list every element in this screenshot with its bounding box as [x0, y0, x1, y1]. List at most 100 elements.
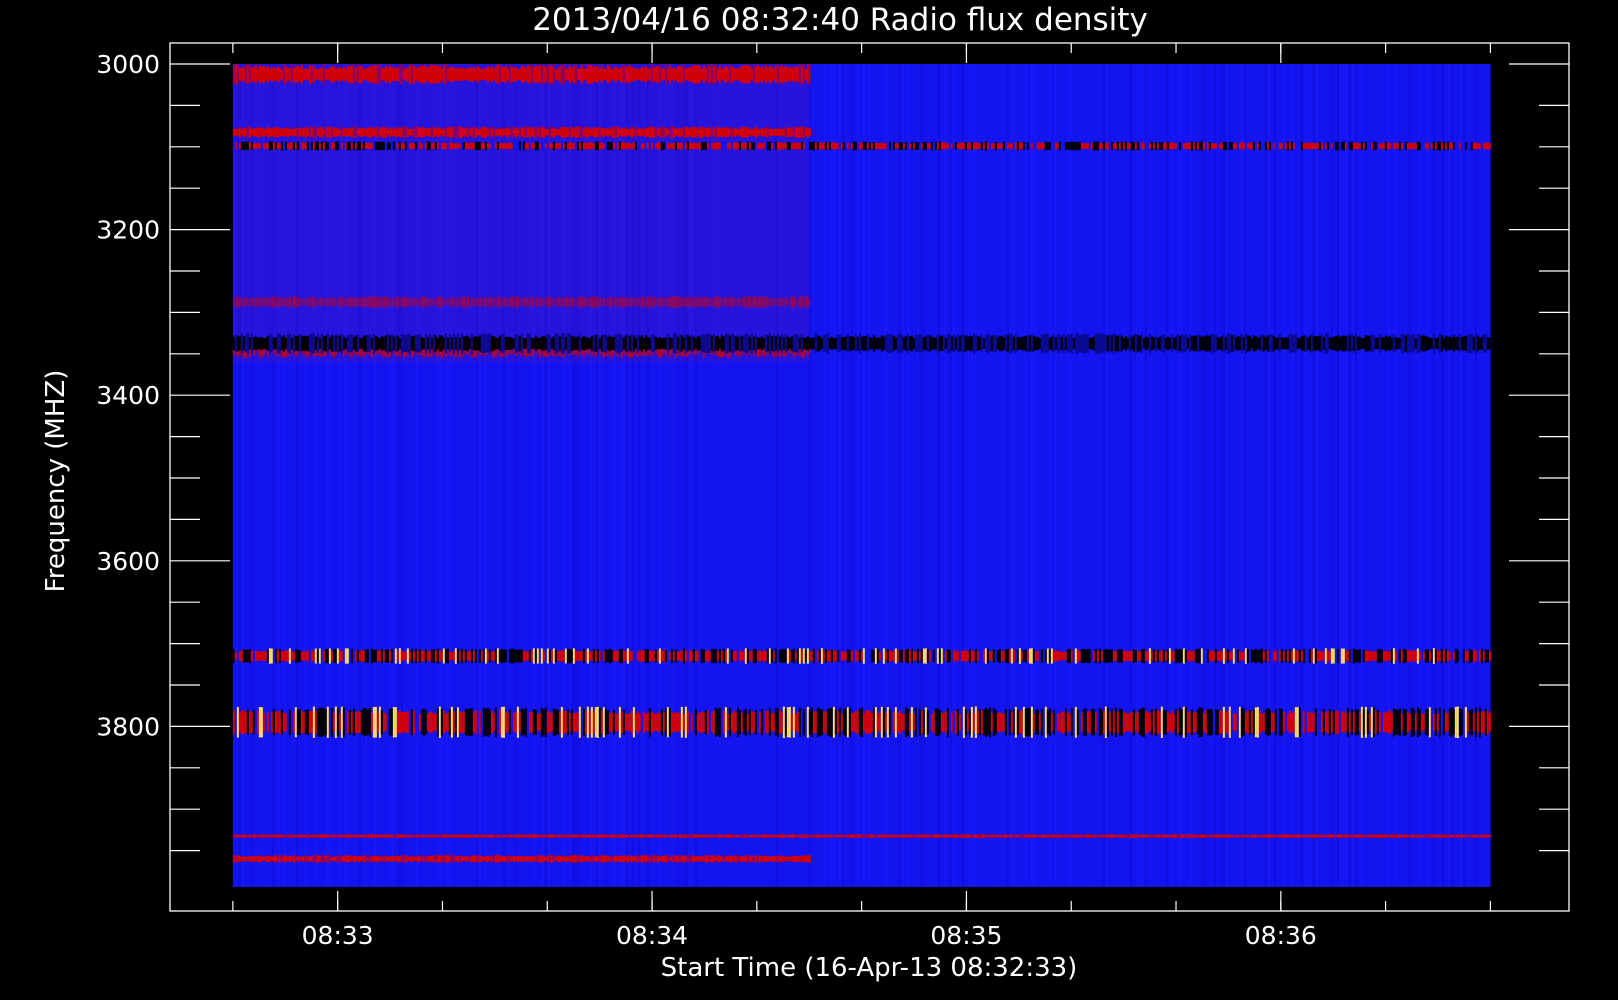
band-cell: [1282, 651, 1285, 661]
band-cell: [1340, 142, 1343, 150]
band-cell: [476, 706, 479, 739]
band-cell: [1308, 712, 1311, 732]
band-cell: [1354, 709, 1357, 736]
band-cell: [530, 143, 533, 149]
band-cell: [1116, 834, 1119, 838]
band-cell: [298, 834, 301, 838]
band-cell: [1110, 141, 1113, 151]
band-cell: [1030, 706, 1033, 738]
band-cell: [480, 856, 483, 862]
band-cell: [324, 335, 327, 352]
heatmap-column: [841, 64, 844, 887]
band-cell: [550, 651, 553, 661]
band-cell: [270, 856, 273, 862]
band-cell: [260, 297, 263, 307]
band-cell: [486, 855, 489, 863]
band-cell: [422, 834, 425, 838]
band-cell: [1300, 336, 1303, 351]
band-cell: [308, 856, 311, 862]
band-cell: [1036, 651, 1039, 661]
band-cell: [846, 649, 849, 663]
band-cell: [1308, 335, 1311, 352]
band-cell: [442, 298, 445, 306]
band-cell: [1362, 709, 1365, 736]
band-cell: [838, 334, 841, 353]
band-cell: [684, 297, 687, 307]
band-cell: [888, 650, 891, 662]
band-cell: [520, 855, 523, 862]
band-cell: [1270, 141, 1273, 151]
band-cell: [332, 142, 335, 150]
band-cell: [614, 651, 617, 662]
band-cell: [494, 855, 497, 863]
band-cell: [1098, 333, 1101, 354]
band-cell: [976, 834, 979, 838]
band-cell: [804, 296, 807, 308]
band-cell: [316, 834, 319, 838]
band-cell: [264, 67, 267, 82]
band-cell: [1312, 712, 1315, 732]
band-cell: [270, 141, 273, 151]
band-cell: [1128, 334, 1131, 353]
band-cell: [742, 710, 745, 735]
band-cell: [520, 708, 523, 736]
band-cell: [1038, 713, 1041, 731]
band-cell: [632, 856, 635, 862]
band-cell: [316, 141, 319, 151]
band-cell: [734, 127, 737, 137]
band-cell: [1144, 710, 1147, 734]
band-cell: [1446, 713, 1449, 732]
band-cell: [520, 65, 523, 83]
band-cell: [404, 651, 407, 661]
band-cell: [280, 709, 283, 735]
band-cell: [486, 298, 489, 306]
band-cell: [1030, 143, 1033, 149]
band-cell: [782, 834, 785, 838]
band-cell: [658, 64, 661, 85]
band-cell: [394, 127, 397, 138]
band-cell: [722, 648, 725, 664]
band-cell: [936, 834, 939, 838]
band-cell: [266, 126, 269, 138]
band-cell: [636, 711, 639, 734]
band-cell: [1342, 711, 1345, 733]
band-cell: [366, 709, 369, 735]
band-cell: [284, 337, 287, 350]
band-cell: [644, 649, 647, 663]
band-cell: [1460, 709, 1463, 736]
band-cell: [282, 856, 285, 862]
band-cell: [1462, 336, 1465, 351]
band-cell: [384, 141, 387, 151]
band-cell: [1056, 713, 1059, 732]
band-cell: [758, 143, 761, 149]
band-cell: [948, 834, 951, 838]
band-cell: [562, 856, 565, 862]
band-cell: [1306, 711, 1309, 733]
band-cell: [1460, 141, 1463, 151]
band-cell: [1240, 333, 1243, 354]
heatmap-column: [1447, 64, 1450, 887]
band-cell: [298, 67, 301, 82]
band-cell: [318, 297, 321, 307]
band-cell: [296, 335, 299, 352]
band-cell: [1398, 708, 1401, 736]
band-cell: [806, 64, 809, 84]
band-cell: [426, 141, 429, 151]
band-cell: [300, 297, 303, 307]
band-cell: [482, 126, 485, 138]
band-cell: [386, 856, 389, 862]
band-cell: [682, 337, 685, 350]
band-cell: [940, 335, 943, 352]
band-cell: [1488, 834, 1491, 838]
band-cell: [274, 855, 277, 863]
band-cell: [1428, 141, 1431, 151]
band-cell: [984, 707, 987, 737]
band-cell: [656, 338, 659, 349]
band-cell: [252, 855, 255, 863]
band-cell: [298, 127, 301, 137]
heatmap-column: [1129, 64, 1132, 887]
band-cell: [378, 706, 381, 738]
band-cell: [328, 835, 331, 838]
band-cell: [1268, 834, 1271, 838]
band-cell: [1332, 648, 1335, 664]
